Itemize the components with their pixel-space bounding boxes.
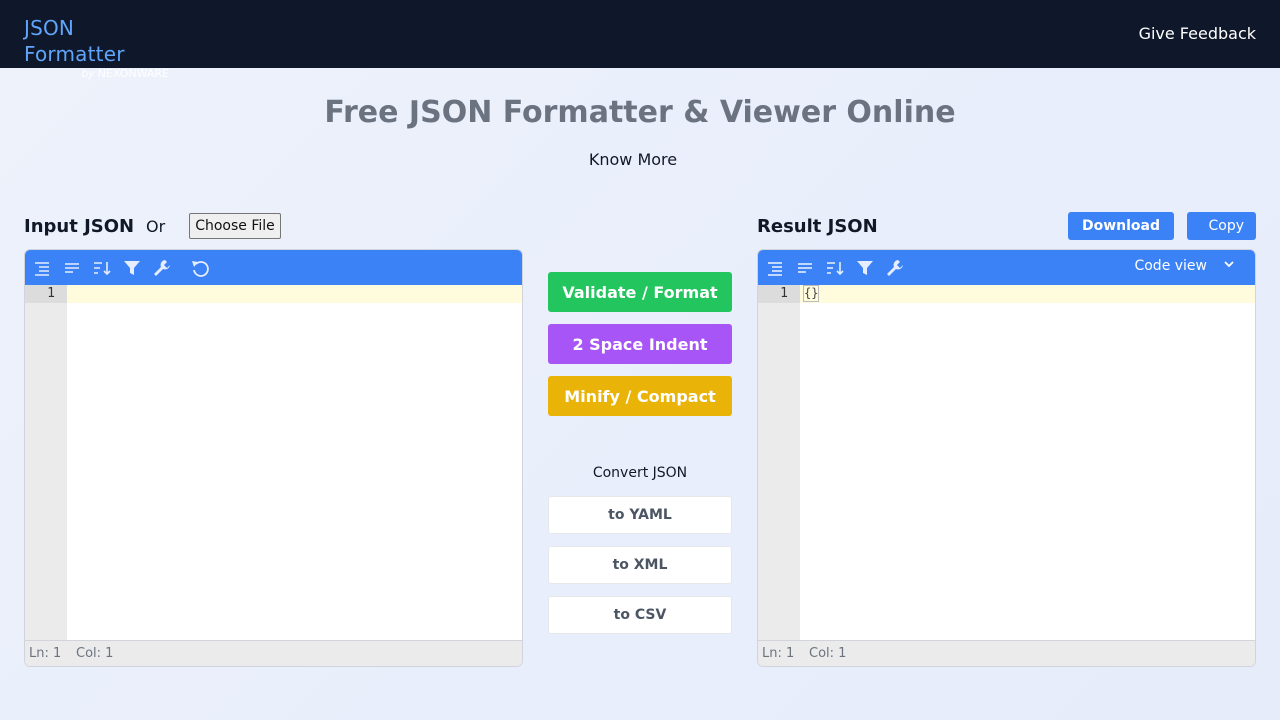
status-column: Col: 1 (76, 646, 114, 661)
result-editor-toolbar: Code view (758, 250, 1255, 285)
download-button[interactable]: Download (1068, 212, 1174, 240)
or-label: Or (146, 217, 166, 236)
result-editor[interactable]: Code view 1 {} Ln: 1 Col: 1 (757, 249, 1256, 667)
copy-button[interactable]: Copy (1187, 212, 1256, 240)
input-editor[interactable]: 1 Ln: 1 Col: 1 (24, 249, 523, 667)
status-column: Col: 1 (809, 646, 847, 661)
result-status-bar: Ln: 1 Col: 1 (758, 640, 1255, 666)
choose-file-button[interactable]: Choose File (189, 213, 281, 239)
minify-compact-button[interactable]: Minify / Compact (548, 376, 732, 416)
brand-title: JSON Formatter (24, 16, 125, 66)
result-json-label: Result JSON (757, 216, 878, 237)
format-icon[interactable] (31, 257, 53, 279)
brand-subtitle: by NEXONWARE (24, 67, 169, 81)
sort-icon[interactable] (824, 257, 846, 279)
input-editor-toolbar (25, 250, 522, 285)
compact-icon[interactable] (794, 257, 816, 279)
input-status-bar: Ln: 1 Col: 1 (25, 640, 522, 666)
line-number: 1 (47, 286, 55, 301)
brand-by: by (81, 67, 95, 80)
undo-icon[interactable] (189, 257, 211, 279)
brand-company: NEXONWARE (97, 67, 169, 80)
active-line-highlight (758, 285, 1255, 303)
sort-icon[interactable] (91, 257, 113, 279)
active-line-highlight (25, 285, 522, 303)
give-feedback-link[interactable]: Give Feedback (1139, 24, 1256, 43)
input-line-gutter (25, 285, 67, 642)
brand-logo[interactable]: JSON Formatter by NEXONWARE (24, 15, 174, 81)
convert-to-xml-button[interactable]: to XML (548, 546, 732, 584)
convert-to-csv-button[interactable]: to CSV (548, 596, 732, 634)
top-navbar: JSON Formatter by NEXONWARE Give Feedback (0, 0, 1280, 80)
know-more-link[interactable]: Know More (0, 150, 1266, 169)
convert-to-yaml-button[interactable]: to YAML (548, 496, 732, 534)
input-json-label: Input JSON (24, 216, 135, 237)
page-title: Free JSON Formatter & Viewer Online (324, 95, 956, 130)
convert-json-heading: Convert JSON (592, 465, 688, 481)
result-content: {} (803, 285, 819, 302)
repair-icon[interactable] (151, 257, 173, 279)
compact-icon[interactable] (61, 257, 83, 279)
filter-icon[interactable] (121, 257, 143, 279)
format-icon[interactable] (764, 257, 786, 279)
space-indent-button[interactable]: 2 Space Indent (548, 324, 732, 364)
result-line-gutter (758, 285, 800, 642)
line-number: 1 (780, 286, 788, 301)
filter-icon[interactable] (854, 257, 876, 279)
status-line: Ln: 1 (29, 646, 62, 661)
view-mode-dropdown[interactable]: Code view (1134, 258, 1235, 274)
validate-format-button[interactable]: Validate / Format (548, 272, 732, 312)
status-line: Ln: 1 (762, 646, 795, 661)
view-mode-label: Code view (1134, 258, 1207, 274)
chevron-down-icon (1223, 258, 1235, 274)
repair-icon[interactable] (884, 257, 906, 279)
